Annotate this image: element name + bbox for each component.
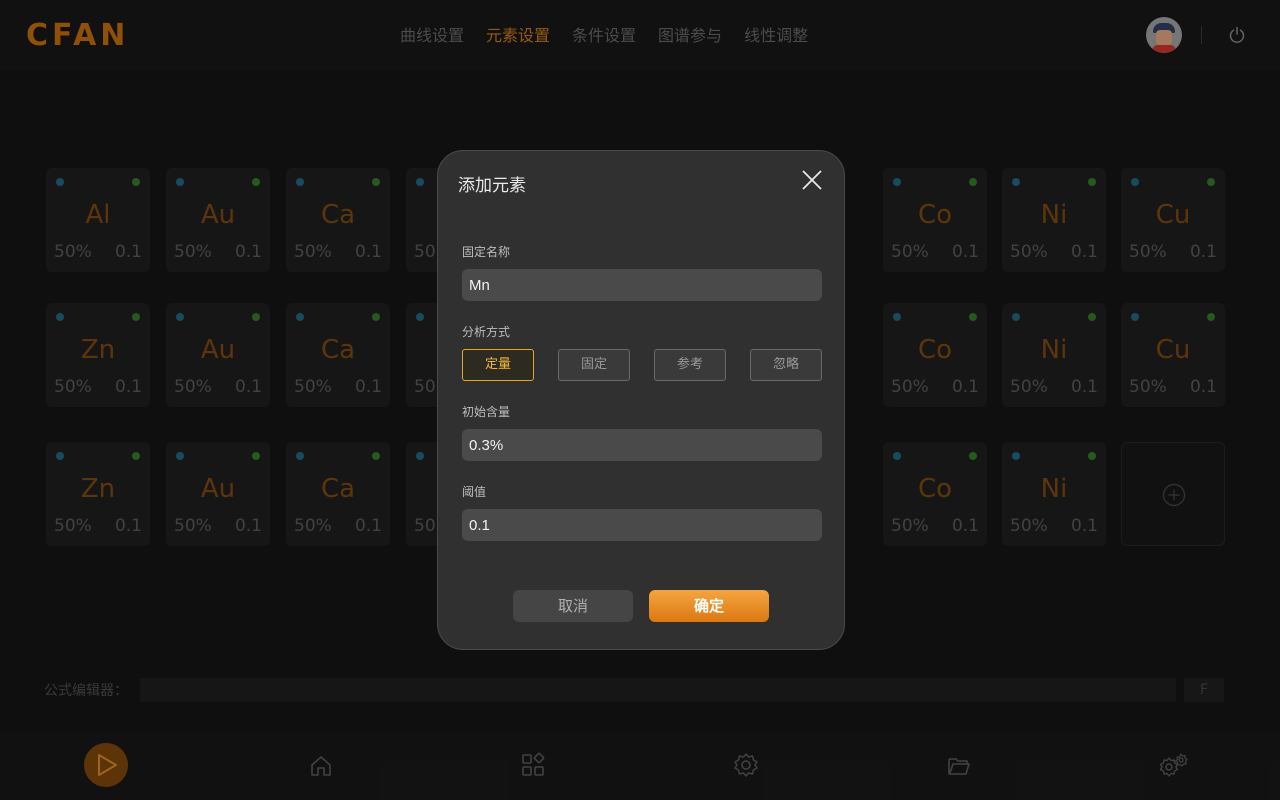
mode-reference-button[interactable]: 参考 [654,349,726,381]
threshold-label: 阈值 [462,485,487,499]
name-field[interactable] [462,269,822,301]
mode-fixed-button[interactable]: 固定 [558,349,630,381]
close-icon[interactable] [800,168,824,192]
dialog-title: 添加元素 [458,176,526,196]
mode-ignore-button[interactable]: 忽略 [750,349,822,381]
name-label: 固定名称 [462,245,511,259]
threshold-field[interactable] [462,509,822,541]
initial-content-field[interactable] [462,429,822,461]
add-element-dialog: 添加元素 固定名称 分析方式 定量 固定 参考 忽略 初始含量 阈值 取消 确定 [437,150,845,650]
confirm-button[interactable]: 确定 [649,590,769,622]
initial-content-label: 初始含量 [462,405,511,419]
mode-label: 分析方式 [462,325,511,339]
mode-quantitative-button[interactable]: 定量 [462,349,534,381]
cancel-button[interactable]: 取消 [513,590,633,622]
